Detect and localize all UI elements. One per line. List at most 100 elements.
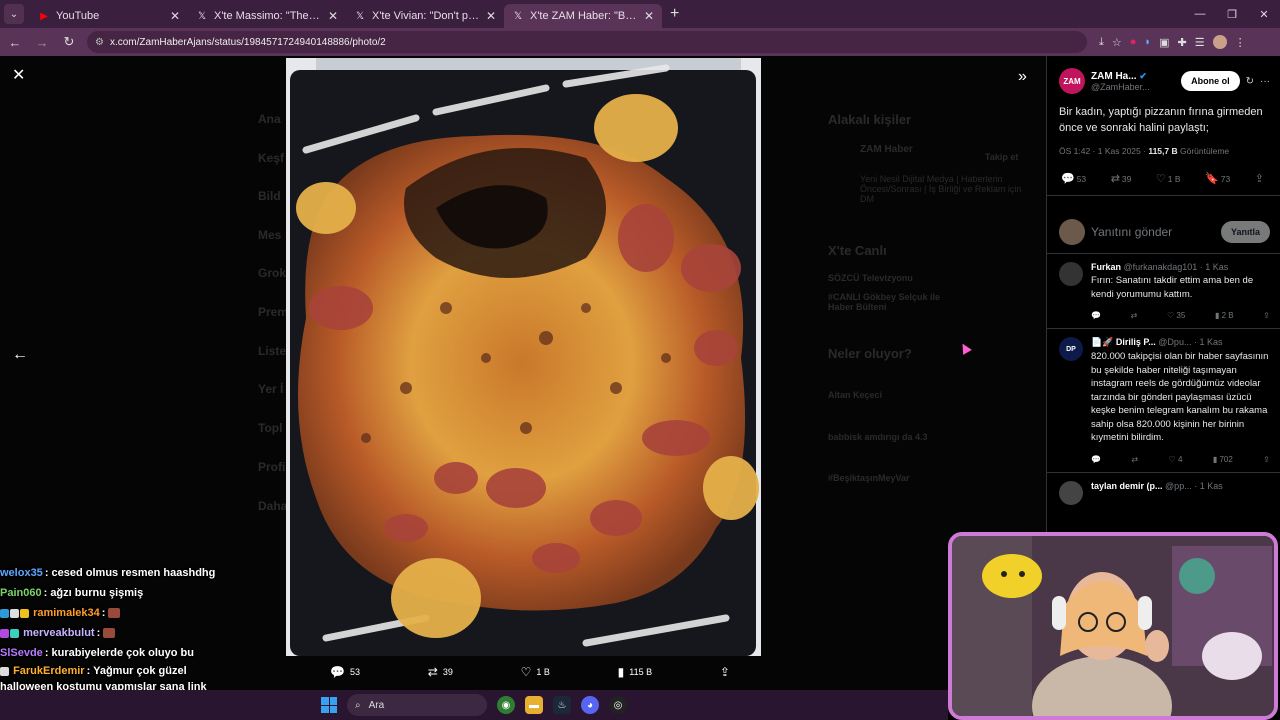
comment-item[interactable]: DP 📄🚀 Diriliş P... @Dpu... · 1 Kas 820.0…: [1047, 328, 1280, 472]
faded-sidebar-item: Bild: [258, 189, 281, 203]
extension-icon[interactable]: ▣: [1159, 36, 1169, 49]
bookmark-stat[interactable]: 🔖 73: [1205, 172, 1230, 185]
grok-icon[interactable]: ↻: [1246, 76, 1254, 87]
repost-action[interactable]: ⇄ 39: [428, 665, 453, 679]
views-count: 115 B: [629, 667, 653, 677]
browser-toolbar: ← → ↻ ⚙ x.com/ZamHaberAjans/status/19845…: [0, 28, 1280, 56]
comment-author[interactable]: 📄🚀 Diriliş P...: [1091, 337, 1156, 347]
file-explorer-icon[interactable]: ▬: [525, 696, 543, 714]
views-action[interactable]: ▮ 702: [1213, 455, 1233, 464]
comment-avatar[interactable]: [1059, 480, 1083, 505]
more-options-icon[interactable]: ···: [1260, 76, 1270, 87]
repost-icon[interactable]: ⇄: [1131, 455, 1138, 464]
faded-sidebar-item: Yer İ: [258, 382, 284, 396]
views-action[interactable]: ▮ 2 B: [1215, 311, 1234, 320]
extensions-puzzle-icon[interactable]: ✚: [1177, 36, 1186, 49]
tweet-time[interactable]: ÖS 1:42 · 1 Kas 2025 ·: [1059, 146, 1148, 156]
taskbar-search[interactable]: ⌕ Ara: [347, 694, 487, 716]
tab-search-icon[interactable]: ⌄: [4, 4, 24, 24]
site-info-icon[interactable]: ⚙: [95, 37, 104, 48]
share-icon[interactable]: ⇪: [1263, 455, 1270, 464]
previous-photo-icon[interactable]: ←: [12, 346, 28, 364]
menu-dots-icon[interactable]: ⋮: [1235, 36, 1246, 49]
faded-right-heading: X'te Canlı: [828, 243, 887, 258]
like-action[interactable]: ♡ 4: [1169, 455, 1183, 464]
chat-user: merveakbulut: [23, 627, 95, 639]
extension-red-icon[interactable]: ●: [1130, 36, 1137, 48]
comment-item[interactable]: Furkan @furkanakdag101 · 1 Kas Fırın: Sa…: [1047, 253, 1280, 328]
repost-icon[interactable]: ⇄: [1131, 311, 1138, 320]
comment-author[interactable]: taylan demir (p...: [1091, 481, 1163, 491]
faded-sidebar-item: Liste: [258, 344, 287, 358]
tab-zam-haber[interactable]: 𝕏 X'te ZAM Haber: "Bir kadın, yap ✕: [504, 4, 662, 28]
author-name-row[interactable]: ZAM Ha... ✔: [1091, 71, 1181, 82]
author-avatar[interactable]: ZAM: [1059, 68, 1085, 94]
subscribe-button[interactable]: Abone ol: [1181, 71, 1240, 91]
tweet-header: ZAM ZAM Ha... ✔ @ZamHaber... Abone ol ↻ …: [1047, 56, 1280, 96]
like-stat[interactable]: ♡ 1 B: [1156, 172, 1181, 185]
reply-icon[interactable]: 💬: [1091, 311, 1101, 320]
extension-blue-icon[interactable]: ◗: [1144, 36, 1151, 48]
comment-body: Furkan @furkanakdag101 · 1 Kas Fırın: Sa…: [1091, 262, 1270, 328]
youtube-icon: ▶: [40, 10, 48, 22]
reply-icon[interactable]: 💬: [1091, 455, 1101, 464]
like-icon: ♡: [520, 665, 532, 679]
expand-panel-icon[interactable]: »: [1018, 68, 1027, 86]
new-tab-icon[interactable]: +: [670, 5, 679, 23]
subscriber-badge-icon: [0, 628, 9, 638]
share-stat[interactable]: ⇪: [1255, 172, 1266, 185]
close-icon[interactable]: ✕: [644, 9, 654, 23]
tab-youtube[interactable]: ▶ YouTube ✕: [30, 4, 188, 28]
tweet-text: Bir kadın, yaptığı pizzanın fırına girme…: [1059, 106, 1263, 134]
restore-icon[interactable]: ❐: [1216, 0, 1248, 28]
repost-stat[interactable]: ⇄ 39: [1111, 172, 1132, 185]
faded-sidebar-item: Ana: [258, 112, 281, 126]
forward-icon[interactable]: →: [30, 30, 54, 54]
window-controls: — ❐ ✕: [1184, 0, 1280, 28]
tab-massimo[interactable]: 𝕏 X'te Massimo: "The perfect Hal ✕: [188, 4, 346, 28]
chat-user: SlSevde: [0, 647, 43, 659]
faded-right-item: Altan Keçeci: [828, 390, 883, 400]
obs-icon[interactable]: ◎: [609, 696, 627, 714]
faded-right-item: Yeni Nesil Dijital Medya | Haberlerin Ön…: [860, 174, 1022, 204]
close-window-icon[interactable]: ✕: [1248, 0, 1280, 28]
share-icon[interactable]: ⇪: [1263, 311, 1270, 320]
comment-avatar[interactable]: DP: [1059, 337, 1083, 361]
close-icon[interactable]: ✕: [486, 9, 496, 23]
steam-icon[interactable]: ♨: [553, 696, 571, 714]
like-action[interactable]: ♡ 35: [1167, 311, 1185, 320]
reply-input[interactable]: Yanıtını gönder: [1091, 225, 1221, 239]
close-icon[interactable]: ✕: [170, 9, 180, 23]
close-icon[interactable]: ✕: [328, 9, 338, 23]
close-viewer-icon[interactable]: ✕: [12, 68, 28, 84]
minimize-icon[interactable]: —: [1184, 0, 1216, 28]
reading-list-icon[interactable]: ☰: [1195, 36, 1205, 49]
profile-avatar[interactable]: [1212, 35, 1227, 49]
reply-icon: 💬: [330, 665, 345, 679]
discord-icon[interactable]: ◕: [581, 696, 599, 714]
install-icon[interactable]: ⤓: [1099, 36, 1104, 49]
chrome-icon[interactable]: ◉: [497, 696, 515, 714]
tab-vivian[interactable]: 𝕏 X'te Vivian: "Don't pop the ball ✕: [346, 4, 504, 28]
comment-actions: 💬 ⇄ ♡ 35 ▮ 2 B ⇪: [1091, 311, 1270, 320]
reply-action[interactable]: 💬 53: [330, 665, 360, 679]
address-bar[interactable]: ⚙ x.com/ZamHaberAjans/status/19845717249…: [87, 31, 1087, 53]
reload-icon[interactable]: ↻: [57, 30, 81, 54]
back-icon[interactable]: ←: [3, 30, 27, 54]
windows-start-icon[interactable]: [321, 697, 337, 713]
comment-avatar[interactable]: [1059, 262, 1083, 286]
reply-stat[interactable]: 💬 53: [1061, 172, 1086, 185]
faded-right-heading: Neler oluyor?: [828, 346, 912, 361]
chat-message: welox35: cesed olmus resmen haashdhg: [0, 563, 240, 583]
views-action[interactable]: ▮ 115 B: [618, 665, 652, 679]
reply-button[interactable]: Yanıtla: [1220, 220, 1270, 243]
comment-author[interactable]: Furkan: [1091, 262, 1121, 272]
bookmark-star-icon[interactable]: ☆: [1112, 36, 1122, 49]
share-action[interactable]: ⇪: [720, 665, 730, 679]
chat-user: ramimalek34: [33, 607, 100, 619]
comment-item[interactable]: taylan demir (p... @pp... · 1 Kas: [1047, 471, 1280, 505]
like-action[interactable]: ♡ 1 B: [521, 665, 550, 679]
taskbar-search-label: Ara: [368, 699, 385, 711]
x-icon: 𝕏: [355, 10, 365, 22]
chat-text: : ağzı burnu şişmiş: [43, 587, 144, 599]
